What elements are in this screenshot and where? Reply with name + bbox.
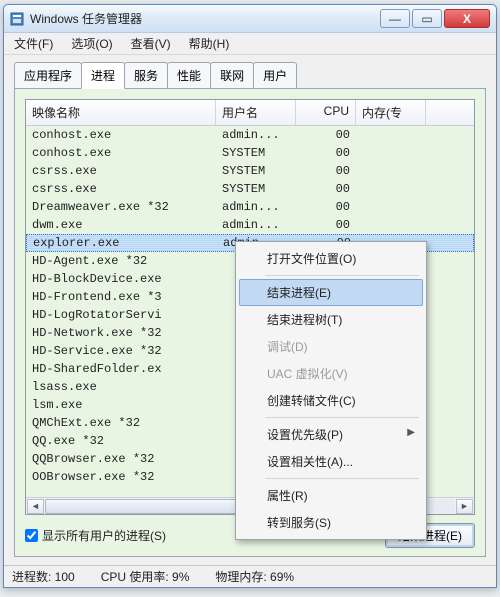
column-headers: 映像名称 用户名 CPU 内存(专: [26, 100, 474, 126]
tabstrip: 应用程序 进程 服务 性能 联网 用户: [4, 55, 496, 88]
tab-services[interactable]: 服务: [124, 62, 168, 89]
context-menu: 打开文件位置(O) 结束进程(E) 结束进程树(T) 调试(D) UAC 虚拟化…: [235, 241, 427, 540]
cell-name: OOBrowser.exe *32: [26, 469, 216, 485]
col-user[interactable]: 用户名: [216, 100, 296, 125]
statusbar: 进程数: 100 CPU 使用率: 9% 物理内存: 69%: [4, 565, 496, 587]
status-memory: 物理内存: 69%: [215, 568, 294, 585]
cell-name: HD-BlockDevice.exe: [26, 271, 216, 287]
close-button[interactable]: X: [444, 9, 490, 28]
cell-user: admin...: [216, 199, 296, 215]
titlebar[interactable]: Windows 任务管理器 — ▭ X: [4, 5, 496, 33]
cell-mem: [356, 134, 426, 136]
ctx-end-process[interactable]: 结束进程(E): [239, 279, 423, 306]
cell-name: conhost.exe: [26, 145, 216, 161]
table-row[interactable]: conhost.exeadmin...00: [26, 126, 474, 144]
tab-processes[interactable]: 进程: [81, 62, 125, 89]
cell-name: Dreamweaver.exe *32: [26, 199, 216, 215]
ctx-goto-services[interactable]: 转到服务(S): [239, 509, 423, 536]
cell-mem: [356, 224, 426, 226]
ctx-set-priority[interactable]: 设置优先级(P) ▶: [239, 421, 423, 448]
cell-user: admin...: [216, 217, 296, 233]
window-title: Windows 任务管理器: [30, 10, 378, 27]
cell-name: QQ.exe *32: [26, 433, 216, 449]
table-row[interactable]: dwm.exeadmin...00: [26, 216, 474, 234]
status-process-count: 进程数: 100: [12, 568, 75, 585]
cell-name: lsm.exe: [26, 397, 216, 413]
table-row[interactable]: csrss.exeSYSTEM00: [26, 162, 474, 180]
ctx-open-file-location[interactable]: 打开文件位置(O): [239, 245, 423, 272]
scroll-left-button[interactable]: ◄: [27, 499, 44, 514]
cell-mem: [356, 152, 426, 154]
cell-cpu: 00: [296, 145, 356, 161]
cell-name: csrss.exe: [26, 181, 216, 197]
cell-name: HD-Network.exe *32: [26, 325, 216, 341]
cell-cpu: 00: [296, 181, 356, 197]
tab-performance[interactable]: 性能: [167, 62, 211, 89]
ctx-create-dump[interactable]: 创建转储文件(C): [239, 387, 423, 414]
cell-name: QQBrowser.exe *32: [26, 451, 216, 467]
cell-cpu: 00: [296, 127, 356, 143]
cell-name: explorer.exe: [27, 235, 217, 251]
menu-view[interactable]: 查看(V): [127, 33, 175, 54]
table-row[interactable]: Dreamweaver.exe *32admin...00: [26, 198, 474, 216]
col-cpu[interactable]: CPU: [296, 100, 356, 125]
cell-user: SYSTEM: [216, 181, 296, 197]
cell-cpu: 00: [296, 163, 356, 179]
col-image-name[interactable]: 映像名称: [26, 100, 216, 125]
menu-options[interactable]: 选项(O): [67, 33, 116, 54]
scroll-right-button[interactable]: ►: [456, 499, 473, 514]
table-row[interactable]: csrss.exeSYSTEM00: [26, 180, 474, 198]
ctx-uac-virtualization: UAC 虚拟化(V): [239, 360, 423, 387]
table-row[interactable]: conhost.exeSYSTEM00: [26, 144, 474, 162]
cell-name: HD-Frontend.exe *3: [26, 289, 216, 305]
ctx-separator: [265, 417, 419, 418]
menu-file[interactable]: 文件(F): [10, 33, 57, 54]
menu-help[interactable]: 帮助(H): [185, 33, 234, 54]
minimize-button[interactable]: —: [380, 9, 410, 28]
ctx-properties[interactable]: 属性(R): [239, 482, 423, 509]
cell-name: HD-LogRotatorServi: [26, 307, 216, 323]
cell-mem: [356, 206, 426, 208]
processes-panel: 映像名称 用户名 CPU 内存(专 conhost.exeadmin...00c…: [14, 88, 486, 557]
show-all-users-label: 显示所有用户的进程(S): [42, 527, 166, 544]
ctx-set-affinity[interactable]: 设置相关性(A)...: [239, 448, 423, 475]
ctx-separator: [265, 275, 419, 276]
ctx-separator: [265, 478, 419, 479]
tab-applications[interactable]: 应用程序: [14, 62, 82, 89]
cell-name: conhost.exe: [26, 127, 216, 143]
cell-name: HD-Agent.exe *32: [26, 253, 216, 269]
cell-name: lsass.exe: [26, 379, 216, 395]
status-cpu-usage: CPU 使用率: 9%: [101, 568, 190, 585]
cell-name: HD-SharedFolder.ex: [26, 361, 216, 377]
cell-cpu: 00: [296, 199, 356, 215]
menubar: 文件(F) 选项(O) 查看(V) 帮助(H): [4, 33, 496, 55]
col-memory[interactable]: 内存(专: [356, 100, 426, 125]
ctx-priority-label: 设置优先级(P): [267, 428, 343, 442]
maximize-button[interactable]: ▭: [412, 9, 442, 28]
show-all-users-checkbox[interactable]: 显示所有用户的进程(S): [25, 527, 166, 544]
ctx-end-process-tree[interactable]: 结束进程树(T): [239, 306, 423, 333]
cell-mem: [356, 170, 426, 172]
show-all-users-input[interactable]: [25, 529, 38, 542]
tab-users[interactable]: 用户: [253, 62, 297, 89]
cell-name: QMChExt.exe *32: [26, 415, 216, 431]
cell-mem: [356, 188, 426, 190]
window-buttons: — ▭ X: [378, 9, 490, 28]
cell-cpu: 00: [296, 217, 356, 233]
cell-name: HD-Service.exe *32: [26, 343, 216, 359]
task-manager-window: Windows 任务管理器 — ▭ X 文件(F) 选项(O) 查看(V) 帮助…: [3, 4, 497, 588]
app-icon: [10, 12, 24, 26]
cell-user: SYSTEM: [216, 145, 296, 161]
chevron-right-icon: ▶: [407, 427, 415, 438]
cell-user: SYSTEM: [216, 163, 296, 179]
ctx-debug: 调试(D): [239, 333, 423, 360]
cell-name: dwm.exe: [26, 217, 216, 233]
cell-user: admin...: [216, 127, 296, 143]
tab-networking[interactable]: 联网: [210, 62, 254, 89]
cell-name: csrss.exe: [26, 163, 216, 179]
